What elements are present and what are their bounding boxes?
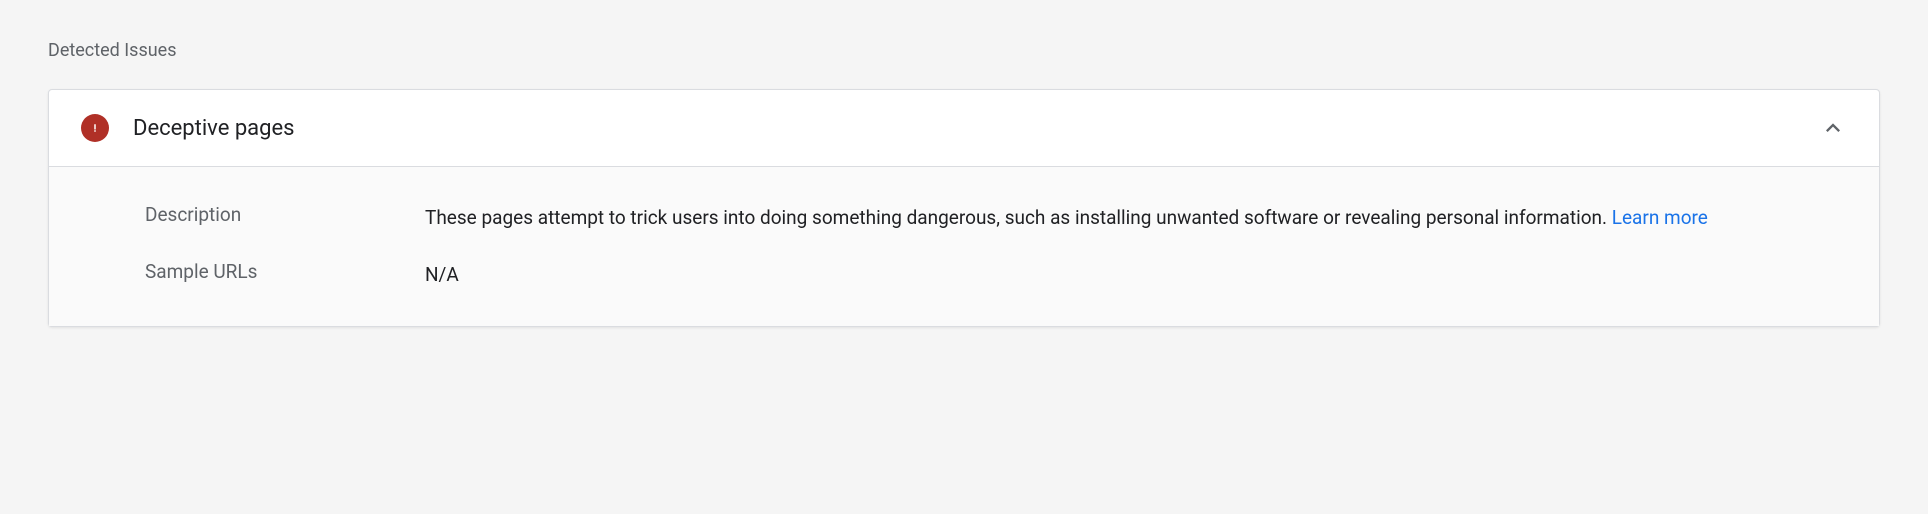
issue-card-header[interactable]: Deceptive pages bbox=[49, 90, 1879, 167]
issue-title: Deceptive pages bbox=[133, 116, 1819, 141]
description-value: These pages attempt to trick users into … bbox=[425, 203, 1847, 232]
section-title: Detected Issues bbox=[48, 40, 1880, 61]
description-row: Description These pages attempt to trick… bbox=[145, 203, 1847, 232]
chevron-up-icon[interactable] bbox=[1819, 114, 1847, 142]
learn-more-link[interactable]: Learn more bbox=[1612, 206, 1708, 229]
sample-urls-label: Sample URLs bbox=[145, 260, 425, 283]
sample-urls-row: Sample URLs N/A bbox=[145, 260, 1847, 289]
description-label: Description bbox=[145, 203, 425, 226]
issue-card: Deceptive pages Description These pages … bbox=[48, 89, 1880, 327]
description-text: These pages attempt to trick users into … bbox=[425, 206, 1612, 229]
issue-card-body: Description These pages attempt to trick… bbox=[49, 167, 1879, 326]
sample-urls-value: N/A bbox=[425, 260, 1847, 289]
error-icon bbox=[81, 114, 109, 142]
